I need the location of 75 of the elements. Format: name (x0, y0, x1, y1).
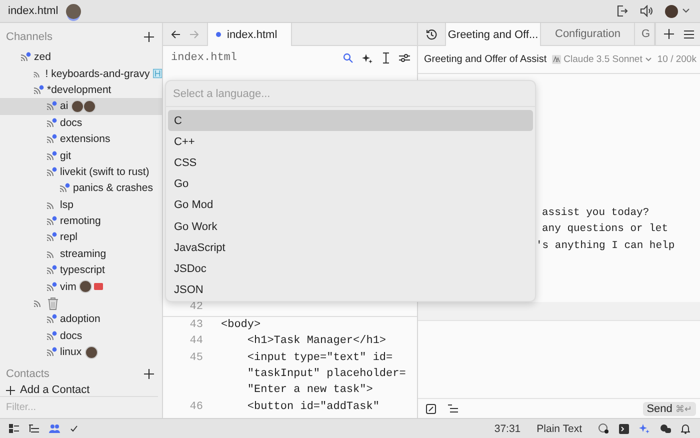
token-count: 10 / 200k (657, 54, 696, 65)
channel-item[interactable]: extensions (0, 130, 162, 148)
code-line: <input type="text" id= (246, 352, 393, 364)
line-number: 45 (190, 352, 203, 364)
channel-name: vim (60, 280, 76, 293)
line-number: 44 (190, 335, 203, 348)
channel-name: git (60, 150, 72, 162)
code-line: "taskInput" placeholder= (246, 368, 406, 380)
add-contact-button[interactable]: Add a Contact (0, 384, 158, 398)
language-option[interactable]: JSON (168, 280, 533, 301)
language-option[interactable]: Go Mod (168, 194, 533, 216)
channel-item[interactable]: streaming (0, 246, 162, 262)
channel-name: streaming (60, 248, 106, 260)
section-heading: Channels (6, 31, 52, 43)
language-option[interactable]: C++ (168, 131, 533, 152)
channel-item[interactable]: typescript (0, 262, 162, 278)
channel-name: typescript (60, 264, 105, 276)
channel-item[interactable]: git (0, 147, 162, 164)
language-option[interactable]: JSDoc (168, 258, 533, 280)
language-option[interactable]: CSS (168, 152, 533, 174)
message-text: 's anything I can help (536, 240, 675, 252)
channel-item[interactable]: docs (0, 328, 162, 344)
channel-name: extensions (60, 133, 110, 146)
channel-name: zed (34, 51, 51, 64)
language-option[interactable]: Go Work (168, 216, 533, 238)
channel-name: linux (60, 346, 82, 358)
channel-item[interactable]: ai (0, 98, 162, 115)
channel-name: ! keyboards-and-gravy (45, 68, 150, 80)
code-line: <button id="addTask" (246, 400, 380, 413)
conversation-tab[interactable]: Greeting and Off... (445, 23, 541, 46)
channel-item[interactable]: adoption (0, 311, 162, 328)
conversation-tab[interactable]: G (635, 23, 655, 45)
code-line: <body> (221, 318, 261, 331)
channel-name: *development (47, 84, 112, 96)
channel-name: lsp (60, 198, 74, 211)
channel-name: panics & crashes (73, 182, 153, 194)
code-line: "Enter a new task"> (246, 384, 373, 396)
channel-name: adoption (60, 313, 100, 326)
file-tab[interactable]: index.html (207, 23, 292, 46)
channel-item[interactable]: repl (0, 229, 162, 246)
language-option[interactable]: Go (168, 174, 533, 195)
channel-name: docs (60, 116, 82, 129)
channel-item[interactable]: vim (0, 278, 162, 295)
cursor-position[interactable]: 37:31 (494, 422, 521, 434)
language-search-field[interactable]: Select a language... (166, 81, 535, 107)
channel-item[interactable]: panics & crashes (0, 180, 162, 197)
channel-name: remoting (60, 215, 101, 228)
line-number: 43 (190, 318, 203, 331)
section-heading: Contacts (6, 368, 50, 380)
language-option[interactable]: C (168, 110, 533, 132)
channel-name: repl (60, 231, 78, 244)
code-line: <h1>Task Manager</h1> (246, 335, 386, 348)
channel-name: livekit (swift to rust) (60, 166, 150, 178)
channel-name: docs (60, 330, 82, 342)
channel-item[interactable]: remoting (0, 212, 162, 230)
channel-item[interactable]: docs (0, 114, 162, 131)
project-name[interactable]: index.html (8, 5, 58, 17)
channel-item[interactable]: livekit (swift to rust) (0, 164, 162, 180)
breadcrumb[interactable]: index.html (171, 52, 238, 64)
send-button[interactable]: Send ⌘↵ (642, 402, 696, 416)
language-selector[interactable]: Plain Text (536, 422, 582, 434)
line-number: 42 (190, 301, 203, 314)
channel-item[interactable]: ! keyboards-and-gravy (0, 65, 162, 82)
channel-item[interactable]: *development (0, 82, 162, 98)
channel-item[interactable]: lsp (0, 196, 162, 213)
conversation-tab[interactable]: Configuration (541, 23, 636, 45)
filter-field[interactable]: Filter... (0, 397, 162, 418)
channel-name: ai (60, 100, 68, 112)
line-number: 46 (190, 400, 203, 413)
channel-item[interactable]: zed (0, 49, 162, 66)
language-option[interactable]: JavaScript (168, 237, 533, 258)
channel-item[interactable]: linux (0, 344, 162, 360)
message-text: assist you today? (542, 207, 650, 219)
message-text: any questions or let (542, 223, 668, 236)
conversation-title: Greeting and Offer of Assist (424, 54, 547, 65)
